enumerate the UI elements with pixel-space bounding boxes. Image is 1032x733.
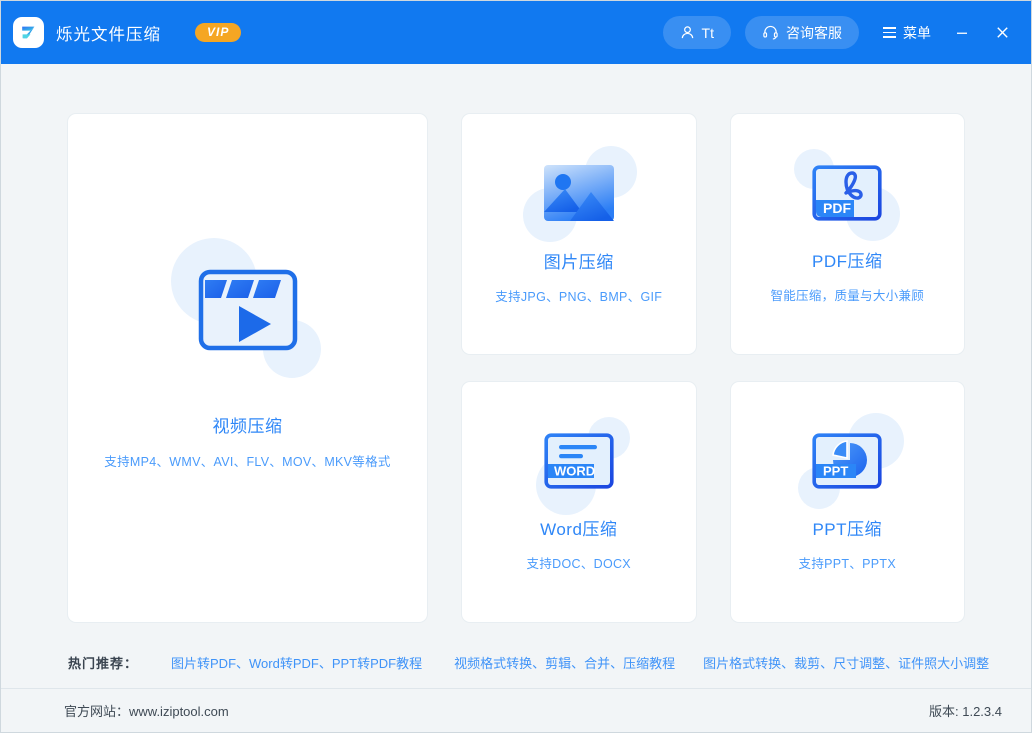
close-button[interactable] — [987, 18, 1017, 48]
video-icon-wrap — [197, 266, 299, 354]
card-video-compress[interactable]: 视频压缩 支持MP4、WMV、AVI、FLV、MOV、MKV等格式 — [68, 114, 427, 622]
card-image-compress[interactable]: 图片压缩 支持JPG、PNG、BMP、GIF — [462, 114, 696, 354]
close-icon — [995, 25, 1010, 40]
customer-support-button[interactable]: 咨询客服 — [745, 16, 859, 49]
user-icon — [680, 25, 695, 40]
version-label: 版本: 1.2.3.4 — [929, 701, 1002, 720]
card-title: PPT压缩 — [812, 515, 882, 540]
user-account-button[interactable]: Tt — [663, 16, 731, 49]
card-subtitle: 智能压缩，质量与大小兼顾 — [770, 285, 924, 304]
title-bar: 烁光文件压缩 VIP Tt — [1, 1, 1031, 64]
svg-text:WORD: WORD — [554, 463, 595, 478]
pdf-icon: PDF — [812, 165, 882, 221]
official-website[interactable]: 官方网站：www.iziptool.com — [64, 701, 229, 720]
svg-text:PDF: PDF — [823, 200, 851, 216]
image-icon — [543, 164, 615, 222]
customer-support-label: 咨询客服 — [786, 23, 842, 43]
video-icon — [197, 266, 299, 354]
menu-label: 菜单 — [903, 23, 931, 43]
hot-link-pdf-tutorials[interactable]: 图片转PDF、Word转PDF、PPT转PDF教程 — [171, 653, 422, 672]
app-window: 烁光文件压缩 VIP Tt — [0, 0, 1032, 733]
minimize-icon — [955, 26, 969, 40]
headset-icon — [762, 24, 779, 41]
vip-badge[interactable]: VIP — [195, 23, 241, 42]
card-title: PDF压缩 — [812, 247, 883, 272]
hot-recommend-label: 热门推荐： — [68, 653, 138, 672]
card-title: 视频压缩 — [213, 412, 283, 437]
status-bar: 官方网站：www.iziptool.com 版本: 1.2.3.4 — [1, 688, 1031, 732]
tool-card-grid: 视频压缩 支持MP4、WMV、AVI、FLV、MOV、MKV等格式 — [68, 114, 964, 622]
app-title: 烁光文件压缩 — [56, 21, 161, 45]
ppt-icon: PPT — [812, 433, 882, 489]
ppt-icon-wrap: PPT — [812, 433, 882, 489]
hamburger-icon — [883, 27, 896, 38]
pdf-icon-wrap: PDF — [812, 165, 882, 221]
card-title: Word压缩 — [540, 515, 617, 540]
card-subtitle: 支持DOC、DOCX — [527, 553, 631, 572]
card-ppt-compress[interactable]: PPT PPT压缩 支持PPT、PPTX — [731, 382, 965, 622]
hot-link-video-tutorials[interactable]: 视频格式转换、剪辑、合并、压缩教程 — [454, 653, 675, 672]
app-logo-icon — [13, 17, 44, 48]
hot-link-image-tutorials[interactable]: 图片格式转换、裁剪、尺寸调整、证件照大小调整 — [703, 653, 989, 672]
brand: 烁光文件压缩 VIP — [13, 17, 241, 48]
card-title: 图片压缩 — [544, 248, 614, 273]
image-icon-wrap — [543, 164, 615, 222]
minimize-button[interactable] — [947, 18, 977, 48]
menu-button[interactable]: 菜单 — [883, 23, 931, 43]
user-label: Tt — [702, 25, 714, 41]
hot-recommend-bar: 热门推荐： 图片转PDF、Word转PDF、PPT转PDF教程 视频格式转换、剪… — [68, 636, 1031, 688]
svg-text:PPT: PPT — [823, 463, 848, 478]
main-content: 视频压缩 支持MP4、WMV、AVI、FLV、MOV、MKV等格式 — [1, 64, 1031, 688]
card-pdf-compress[interactable]: PDF PDF压缩 智能压缩，质量与大小兼顾 — [731, 114, 965, 354]
titlebar-actions: Tt 咨询客服 菜单 — [663, 16, 1017, 49]
card-word-compress[interactable]: WORD Word压缩 支持DOC、DOCX — [462, 382, 696, 622]
card-subtitle: 支持JPG、PNG、BMP、GIF — [495, 286, 662, 305]
card-subtitle: 支持PPT、PPTX — [799, 553, 896, 572]
card-subtitle: 支持MP4、WMV、AVI、FLV、MOV、MKV等格式 — [104, 451, 390, 470]
word-icon-wrap: WORD — [544, 433, 614, 489]
word-icon: WORD — [544, 433, 614, 489]
